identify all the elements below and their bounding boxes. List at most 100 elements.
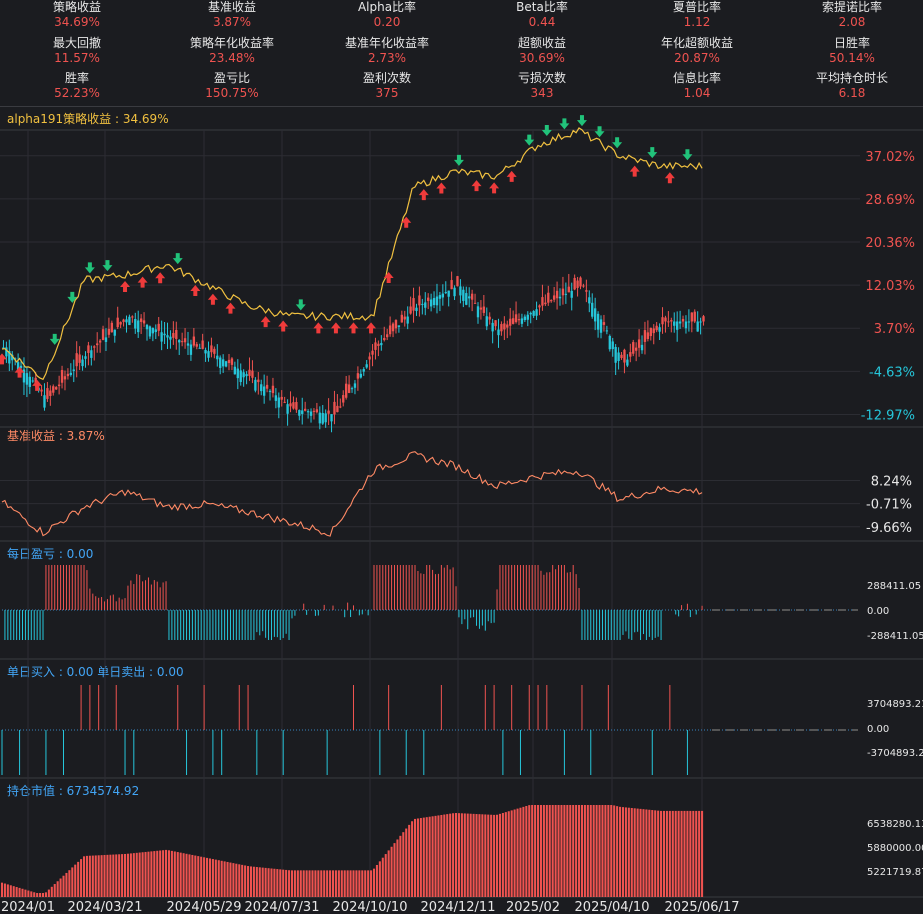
position-bar [343, 870, 346, 897]
candle-body [421, 303, 424, 305]
x-tick-label: 2024/03/21 [68, 900, 143, 914]
position-bar [604, 805, 607, 897]
candle-body [283, 401, 286, 403]
position-bar [440, 814, 443, 897]
candle-body [303, 408, 307, 411]
stat-value: 0.20 [373, 15, 401, 29]
y-tick-label: -4.63% [869, 365, 915, 380]
position-bar [141, 852, 144, 897]
position-bar [24, 889, 27, 897]
candle-body [145, 324, 149, 330]
candle-body [459, 286, 462, 296]
position-bar [528, 805, 531, 897]
candle-body [608, 335, 611, 350]
candle-body [629, 352, 632, 357]
candle-body [298, 410, 301, 416]
sell-marker [524, 134, 535, 146]
buy-marker [418, 189, 429, 201]
position-bar [627, 807, 630, 897]
candle-body [350, 388, 354, 390]
buy-marker [155, 272, 166, 284]
stat-value: 20.87% [674, 51, 720, 65]
y-tick-label: 0.00 [867, 606, 889, 617]
x-tick-label: 2025/02 [506, 900, 560, 914]
position-bar [481, 814, 484, 897]
position-bar [15, 887, 18, 897]
buy-marker [313, 322, 324, 334]
candle-body [101, 329, 105, 340]
position-bar [607, 805, 610, 897]
candle-body [547, 292, 550, 303]
position-bar [405, 828, 408, 897]
candle-body [514, 314, 518, 323]
candle-body [25, 373, 29, 385]
candle-body [245, 374, 248, 377]
position-bar [296, 870, 299, 897]
candle-body [66, 373, 70, 377]
candle-body [90, 350, 93, 358]
buy-marker [436, 182, 447, 194]
candle-body [131, 316, 134, 318]
candle-body [69, 372, 73, 375]
candle-body [529, 312, 532, 315]
position-bar [422, 817, 425, 897]
y-tick-label: 3.70% [874, 322, 915, 337]
position-bar [223, 861, 226, 897]
candle-body [418, 295, 421, 306]
candle-body [386, 334, 389, 338]
candle-body [183, 338, 187, 343]
candle-body [134, 319, 137, 329]
stat-label: 索提诺比率 [821, 0, 882, 14]
candle-body [301, 410, 304, 414]
position-bar [490, 814, 493, 897]
candle-body [485, 316, 488, 327]
candle-body [596, 313, 600, 330]
candle-body [599, 319, 603, 333]
position-bar [504, 812, 507, 897]
candle-body [359, 373, 362, 378]
candle-body [409, 306, 412, 314]
candle-body [324, 413, 327, 423]
candle-body [227, 359, 231, 364]
position-bar [71, 867, 74, 897]
candle-body [277, 397, 280, 408]
position-bar [65, 872, 68, 897]
candle-body [476, 306, 480, 318]
sell-marker [102, 260, 113, 272]
candle-body [172, 333, 175, 338]
candle-body [19, 365, 23, 369]
candle-body [605, 330, 609, 332]
buy-marker [120, 280, 131, 292]
candle-body [670, 320, 673, 322]
position-bar [282, 869, 285, 897]
position-bar [36, 893, 39, 897]
position-bar [583, 805, 586, 897]
candle-body [336, 405, 339, 413]
candle-body [693, 311, 696, 322]
candle-body [160, 332, 163, 342]
stat-item: 盈利次数 375 [312, 71, 462, 101]
stat-value: 0.44 [528, 15, 556, 29]
position-bar [220, 860, 223, 897]
position-bar [384, 854, 387, 897]
position-bar [610, 805, 613, 897]
candle-body [339, 406, 342, 408]
position-bar [651, 810, 654, 897]
candle-body [573, 277, 576, 290]
position-bar [229, 862, 232, 897]
candle-body [637, 339, 641, 348]
candle-body [292, 402, 295, 409]
candle-body [154, 329, 157, 333]
candle-body [532, 311, 535, 316]
position-bar [59, 878, 62, 897]
position-bar [657, 810, 660, 897]
candle-body [216, 355, 219, 360]
candle-body [400, 314, 404, 323]
candle-body [260, 384, 263, 392]
position-bar [548, 805, 551, 897]
candle-body [233, 366, 237, 375]
stats-panel: 策略收益 34.69% 基准收益 3.87% Alpha比率 0.20 Beta比率 0.44… [0, 0, 923, 106]
y-tick-label: -0.71% [866, 498, 912, 513]
stat-item: 胜率 52.23% [2, 71, 152, 101]
candle-body [60, 370, 64, 383]
